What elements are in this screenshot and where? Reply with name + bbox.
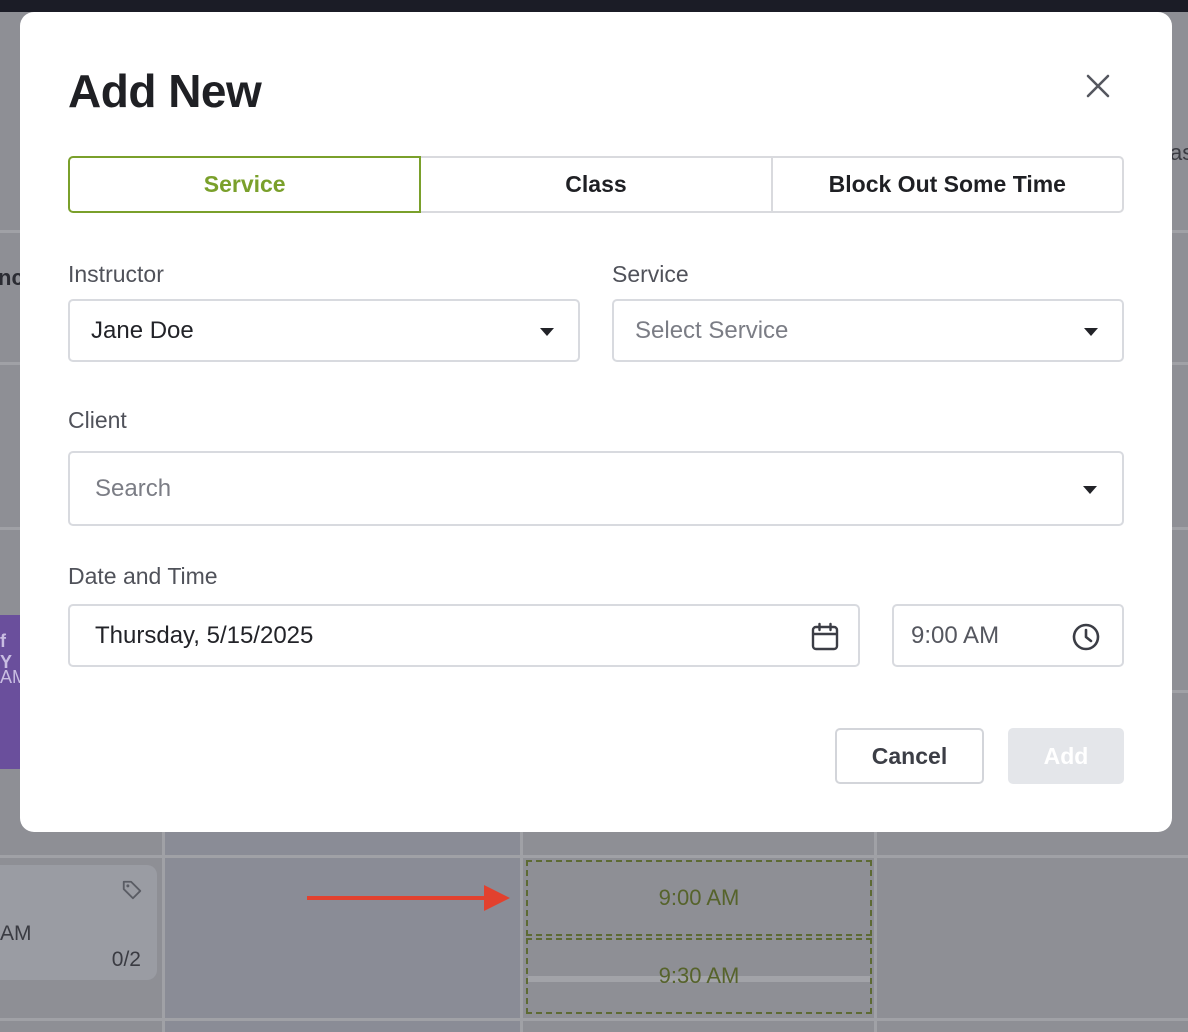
client-search-select[interactable]: Search — [68, 451, 1124, 526]
close-icon — [1086, 74, 1110, 98]
service-select[interactable]: Select Service — [612, 299, 1124, 362]
instructor-select[interactable]: Jane Doe — [68, 299, 580, 362]
cancel-button[interactable]: Cancel — [835, 728, 984, 784]
chevron-down-icon — [1084, 328, 1098, 336]
client-label: Client — [68, 407, 127, 433]
time-slot-label: 9:30 AM — [658, 963, 740, 988]
add-button[interactable]: Add — [1008, 728, 1124, 784]
service-label: Service — [612, 261, 689, 287]
tab-class[interactable]: Class — [419, 156, 773, 213]
tab-service[interactable]: Service — [68, 156, 422, 213]
annotation-arrow — [307, 896, 487, 900]
service-placeholder: Select Service — [635, 316, 789, 344]
instructor-value: Jane Doe — [91, 316, 194, 344]
grid-line — [0, 855, 1188, 858]
edge-text-fragment: as — [1170, 140, 1188, 165]
appointment-type-tabs: Service Class Block Out Some Time — [68, 156, 1124, 213]
time-value: 9:00 AM — [911, 621, 1000, 649]
grid-line — [0, 1018, 1188, 1021]
time-slot[interactable]: 9:30 AM — [526, 938, 872, 1014]
client-search-placeholder: Search — [95, 474, 172, 502]
clock-icon[interactable] — [1071, 622, 1101, 652]
annotation-arrow-head — [484, 885, 510, 911]
calendar-icon[interactable] — [810, 622, 840, 652]
tag-icon — [122, 880, 142, 900]
modal-title: Add New — [68, 65, 262, 117]
chevron-down-icon — [1083, 486, 1097, 494]
class-time: AM — [0, 922, 32, 945]
time-slot-selected[interactable]: 9:00 AM — [526, 860, 872, 936]
time-field[interactable]: 9:00 AM — [892, 604, 1124, 667]
app-top-bar — [0, 0, 1188, 12]
chevron-down-icon — [540, 328, 554, 336]
instructor-label: Instructor — [68, 261, 164, 287]
date-value: Thursday, 5/15/2025 — [95, 621, 314, 649]
date-field[interactable]: Thursday, 5/15/2025 — [68, 604, 860, 667]
class-capacity: 0/2 — [111, 948, 141, 971]
close-button[interactable] — [1082, 70, 1114, 102]
date-time-label: Date and Time — [68, 563, 218, 589]
class-card[interactable]: AM 0/2 — [0, 865, 157, 980]
add-new-modal: Add New Service Class Block Out Some Tim… — [20, 12, 1172, 832]
calendar-event-card[interactable]: f Y AM — [0, 615, 27, 769]
tab-block-out-time[interactable]: Block Out Some Time — [770, 156, 1124, 213]
